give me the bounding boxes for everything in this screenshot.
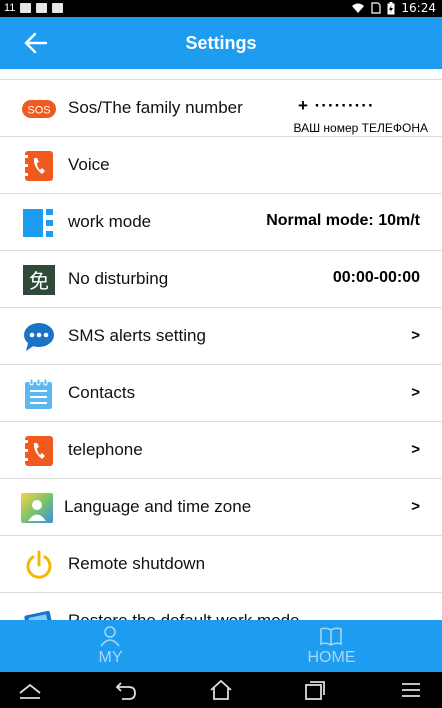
settings-item-label: telephone (68, 440, 143, 459)
work-mode-value: Normal mode: 10m/t (266, 212, 420, 229)
chevron-right-icon: > (411, 441, 420, 458)
tab-home[interactable]: HOME (221, 620, 442, 672)
download-notification-icon (52, 3, 64, 13)
settings-item-label: SMS alerts setting (68, 326, 206, 345)
settings-item-restore-default[interactable]: Restore the default work mode (0, 593, 442, 620)
settings-item-voice[interactable]: Voice (0, 137, 442, 194)
settings-item-label: No disturbing (68, 269, 169, 288)
settings-item-work-mode[interactable]: work mode Normal mode: 10m/t (0, 194, 442, 251)
work-mode-icon (23, 209, 53, 237)
tab-label: HOME (307, 649, 356, 666)
notification-count: 11 (4, 2, 16, 14)
settings-item-label: Restore the default work mode (68, 611, 300, 620)
chevron-right-icon: > (411, 327, 420, 344)
power-icon (26, 550, 52, 579)
settings-item-telephone[interactable]: telephone > (0, 422, 442, 479)
status-clock: 16:24 (401, 1, 436, 15)
wifi-icon (352, 3, 365, 13)
battery-charging-icon (387, 1, 395, 14)
menu-icon[interactable] (399, 679, 423, 701)
contacts-icon (25, 379, 52, 409)
chevron-right-icon: > (411, 498, 420, 515)
restore-icon (24, 610, 54, 620)
family-number-value: + ········· (298, 96, 375, 115)
settings-item-label: Contacts (68, 383, 136, 402)
svg-text:SOS: SOS (27, 105, 50, 117)
settings-item-label: Voice (68, 155, 110, 174)
settings-item-label: work mode (68, 212, 152, 231)
language-icon (21, 493, 53, 523)
book-icon (320, 627, 342, 646)
no-disturb-time: 00:00-00:00 (332, 269, 420, 286)
person-icon (100, 626, 120, 647)
settings-item-label: Remote shutdown (68, 554, 206, 573)
email-notification-icon (36, 3, 48, 13)
settings-item-label: Language and time zone (64, 497, 252, 516)
settings-item-language[interactable]: Language and time zone > (0, 479, 442, 536)
home-icon[interactable] (209, 679, 233, 701)
settings-item-sms-alerts[interactable]: SMS alerts setting > (0, 308, 442, 365)
no-disturb-icon: 免 (23, 265, 55, 295)
settings-item-sos[interactable]: SOS Sos/The family number + ········· ВА… (0, 80, 442, 137)
tab-my[interactable]: MY (0, 620, 221, 672)
recent-apps-icon[interactable] (303, 679, 327, 701)
chevron-right-icon: > (411, 384, 420, 401)
tab-label: MY (98, 649, 123, 666)
chevron-up-icon[interactable] (18, 679, 42, 701)
settings-list: SOS Sos/The family number + ········· ВА… (0, 69, 442, 620)
settings-item-no-disturbing[interactable]: 免 No disturbing 00:00-00:00 (0, 251, 442, 308)
settings-item-remote-shutdown[interactable]: Remote shutdown (0, 536, 442, 593)
voice-icon (25, 151, 53, 181)
settings-item-label: Sos/The family number (68, 98, 243, 117)
telephone-icon (25, 436, 53, 466)
status-bar: 11 16:24 (0, 0, 442, 17)
sms-bubble-icon (24, 323, 54, 351)
family-number-hint: ВАШ номер ТЕЛЕФОНА (293, 121, 428, 135)
app-bar: Settings (0, 17, 442, 69)
settings-item-contacts[interactable]: Contacts > (0, 365, 442, 422)
sos-icon: SOS (22, 100, 56, 118)
svg-text:免: 免 (29, 269, 49, 293)
image-notification-icon (20, 3, 32, 13)
system-nav-bar (0, 672, 442, 708)
page-title: Settings (185, 33, 257, 53)
back-icon[interactable] (114, 679, 138, 701)
bottom-tab-bar: MY HOME (0, 620, 442, 672)
no-sim-icon (371, 2, 382, 14)
